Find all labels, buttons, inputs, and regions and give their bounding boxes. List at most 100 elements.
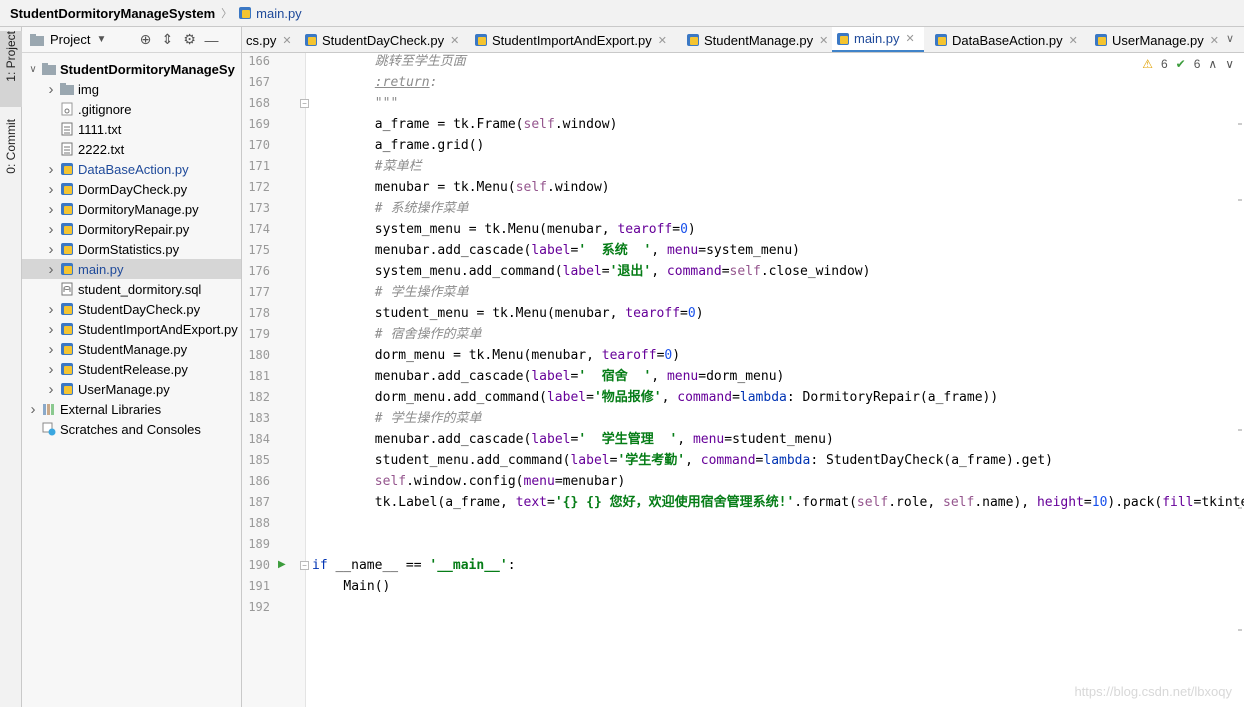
- code-line[interactable]: :return:: [375, 72, 438, 93]
- chevron-down-icon[interactable]: ∨: [26, 64, 40, 75]
- project-tool-tab[interactable]: 1: Project: [0, 31, 22, 107]
- chevron-right-icon[interactable]: ›: [44, 341, 58, 358]
- tab-list-chevron-icon[interactable]: ∨: [1226, 32, 1234, 45]
- code-editor[interactable]: 166 167 168 169 170 171 172 173 174 175 176 177 178 1…: [242, 53, 1244, 707]
- code-line[interactable]: # 学生操作的菜单: [375, 408, 482, 429]
- editor-tab[interactable]: cs.py ✕: [242, 27, 294, 52]
- fold-end-icon[interactable]: −: [300, 99, 309, 108]
- chevron-right-icon[interactable]: ›: [44, 81, 58, 98]
- editor-tab[interactable]: DataBaseAction.py ✕: [930, 27, 1082, 52]
- code-line[interactable]: """: [375, 93, 398, 114]
- code-line[interactable]: student_menu.add_command(label='学生考勤', c…: [375, 450, 1053, 471]
- code-line[interactable]: menubar.add_cascade(label=' 学生管理 ', menu…: [375, 429, 834, 450]
- tree-item[interactable]: › img: [22, 79, 241, 99]
- code-line[interactable]: Main(): [343, 576, 390, 597]
- chevron-right-icon[interactable]: ›: [44, 221, 58, 238]
- collapse-all-icon[interactable]: ⇕: [156, 29, 178, 51]
- tree-item[interactable]: .gitignore: [22, 99, 241, 119]
- tree-item[interactable]: Scratches and Consoles: [22, 419, 241, 439]
- editor-tab[interactable]: main.py ✕: [832, 27, 924, 52]
- code-line[interactable]: system_menu.add_command(label='退出', comm…: [375, 261, 871, 282]
- code-line[interactable]: self.window.config(menu=menubar): [375, 471, 625, 492]
- close-icon[interactable]: ✕: [450, 34, 459, 47]
- chevron-right-icon[interactable]: ›: [44, 161, 58, 178]
- chevron-right-icon[interactable]: ›: [44, 241, 58, 258]
- tree-item[interactable]: ∨ StudentDormitoryManageSy: [22, 59, 241, 79]
- code-line[interactable]: # 宿舍操作的菜单: [375, 324, 482, 345]
- tree-item-label: DormitoryRepair.py: [78, 221, 190, 237]
- python-file-icon: [60, 362, 74, 376]
- run-icon[interactable]: ▶: [278, 559, 286, 570]
- tree-item[interactable]: 2222.txt: [22, 139, 241, 159]
- code-token: =: [547, 495, 555, 510]
- close-icon[interactable]: ✕: [819, 34, 828, 47]
- tree-item[interactable]: › StudentImportAndExport.py: [22, 319, 241, 339]
- chevron-right-icon[interactable]: ›: [44, 301, 58, 318]
- code-line[interactable]: a_frame.grid(): [375, 135, 485, 156]
- code-line[interactable]: 跳转至学生页面: [375, 53, 466, 72]
- tree-item[interactable]: › StudentRelease.py: [22, 359, 241, 379]
- fold-icon[interactable]: −: [300, 561, 309, 570]
- chevron-right-icon[interactable]: ›: [44, 321, 58, 338]
- chevron-right-icon[interactable]: ›: [44, 361, 58, 378]
- gear-icon[interactable]: ⚙: [178, 29, 200, 51]
- tree-item[interactable]: 1111.txt: [22, 119, 241, 139]
- locate-icon[interactable]: ⊕: [134, 29, 156, 51]
- editor-tab[interactable]: StudentManage.py ✕: [682, 27, 828, 52]
- chevron-right-icon[interactable]: ›: [44, 261, 58, 278]
- breadcrumb-file[interactable]: main.py: [238, 6, 302, 21]
- close-icon[interactable]: ✕: [282, 34, 291, 47]
- code-line[interactable]: #菜单栏: [375, 156, 422, 177]
- code-line[interactable]: menubar.add_cascade(label=' 宿舍 ', menu=d…: [375, 366, 785, 387]
- code-line[interactable]: a_frame = tk.Frame(self.window): [375, 114, 618, 135]
- line-number: 192: [248, 600, 270, 614]
- tree-item[interactable]: › UserManage.py: [22, 379, 241, 399]
- commit-tool-tab[interactable]: 0: Commit: [0, 119, 22, 195]
- previous-highlight-icon[interactable]: ∧: [1208, 57, 1217, 71]
- close-icon[interactable]: ✕: [906, 32, 915, 45]
- tree-item[interactable]: student_dormitory.sql: [22, 279, 241, 299]
- code-line[interactable]: if __name__ == '__main__':: [312, 555, 516, 576]
- code-line[interactable]: system_menu = tk.Menu(menubar, tearoff=0…: [375, 219, 696, 240]
- editor-tab[interactable]: StudentImportAndExport.py ✕: [470, 27, 674, 52]
- tree-item[interactable]: › DataBaseAction.py: [22, 159, 241, 179]
- breadcrumb-project[interactable]: StudentDormitoryManageSystem: [10, 6, 215, 21]
- code-line[interactable]: dorm_menu = tk.Menu(menubar, tearoff=0): [375, 345, 680, 366]
- chevron-right-icon[interactable]: ›: [26, 401, 40, 418]
- code-line[interactable]: dorm_menu.add_command(label='物品报修', comm…: [375, 387, 998, 408]
- python-file-icon: [836, 32, 850, 46]
- chevron-down-icon[interactable]: ▼: [90, 29, 112, 51]
- hide-panel-icon[interactable]: —: [200, 29, 222, 51]
- code-line[interactable]: student_menu = tk.Menu(menubar, tearoff=…: [375, 303, 704, 324]
- project-view-selector[interactable]: Project: [50, 32, 90, 47]
- editor-tab[interactable]: UserManage.py ✕: [1090, 27, 1236, 52]
- line-number: 178: [248, 306, 270, 320]
- code-line[interactable]: tk.Label(a_frame, text='{} {} 您好，欢迎使用宿舍管…: [375, 492, 1244, 513]
- chevron-right-icon[interactable]: ›: [44, 201, 58, 218]
- tree-item[interactable]: › DormitoryRepair.py: [22, 219, 241, 239]
- editor-tab[interactable]: StudentDayCheck.py ✕: [300, 27, 462, 52]
- next-highlight-icon[interactable]: ∨: [1225, 57, 1234, 71]
- chevron-right-icon[interactable]: ›: [44, 381, 58, 398]
- code-line[interactable]: # 系统操作菜单: [375, 198, 469, 219]
- close-icon[interactable]: ✕: [1210, 34, 1219, 47]
- tree-item[interactable]: › External Libraries: [22, 399, 241, 419]
- code-line[interactable]: # 学生操作菜单: [375, 282, 469, 303]
- code-token: tearoff: [601, 348, 657, 363]
- inspection-widget[interactable]: ⚠ 6 ✔ 6 ∧ ∨: [1142, 57, 1234, 71]
- tree-item[interactable]: › DormDayCheck.py: [22, 179, 241, 199]
- code-token: .window): [547, 180, 610, 195]
- error-stripe[interactable]: [1236, 53, 1244, 707]
- code-token: ,: [651, 264, 667, 279]
- code-line[interactable]: menubar = tk.Menu(self.window): [375, 177, 610, 198]
- tree-item[interactable]: › DormitoryManage.py: [22, 199, 241, 219]
- code-token: 0: [680, 222, 688, 237]
- tree-item[interactable]: › main.py: [22, 259, 241, 279]
- tree-item[interactable]: › StudentDayCheck.py: [22, 299, 241, 319]
- close-icon[interactable]: ✕: [1069, 34, 1078, 47]
- chevron-right-icon[interactable]: ›: [44, 181, 58, 198]
- close-icon[interactable]: ✕: [658, 34, 667, 47]
- tree-item[interactable]: › DormStatistics.py: [22, 239, 241, 259]
- tree-item[interactable]: › StudentManage.py: [22, 339, 241, 359]
- code-line[interactable]: menubar.add_cascade(label=' 系统 ', menu=s…: [375, 240, 800, 261]
